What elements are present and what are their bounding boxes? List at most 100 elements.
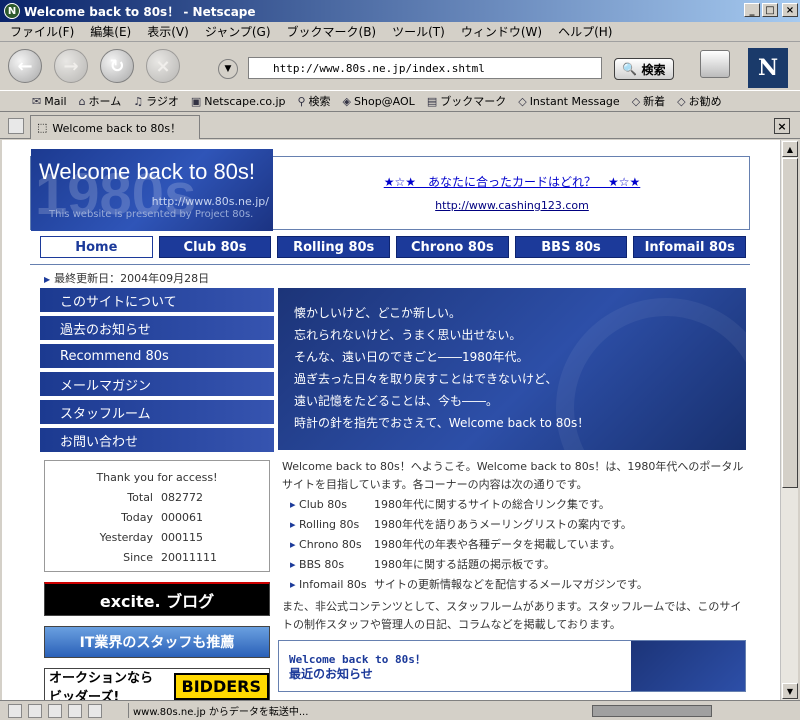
- menu-bookmarks[interactable]: ブックマーク(B): [287, 23, 377, 40]
- search-button-label: 検索: [641, 62, 666, 77]
- banner-ad-link[interactable]: ★☆★ あなたに合ったカードはどれ？ ★☆★: [384, 175, 641, 189]
- nav-bbs-80s[interactable]: BBS 80s: [514, 236, 628, 258]
- maximize-button[interactable]: □: [762, 3, 778, 17]
- counter-thanks: Thank you for access!: [96, 471, 218, 484]
- toolbar-link-home[interactable]: ⌂ ホーム: [79, 93, 122, 109]
- global-nav: Home Club 80s Rolling 80s Chrono 80s BBS…: [40, 236, 747, 260]
- toolbar-link-new[interactable]: ◇ 新着: [632, 93, 665, 109]
- nav-rolling-80s[interactable]: Rolling 80s: [277, 236, 391, 258]
- nav-home[interactable]: Home: [40, 236, 153, 258]
- menu-go[interactable]: ジャンプ(G): [205, 23, 271, 40]
- navigator-icon[interactable]: [8, 703, 22, 718]
- toolbar-link-netscape[interactable]: ▣ Netscape.co.jp: [191, 95, 286, 108]
- personal-toolbar: ✉ Mail ⌂ ホーム ♫ ラジオ ▣ Netscape.co.jp ⚲ 検索 ◈ Sho…: [0, 90, 800, 112]
- side-nav-staff-room[interactable]: スタッフルーム: [40, 400, 274, 424]
- scroll-thumb[interactable]: [782, 158, 798, 488]
- logo-title: Welcome back to 80s!: [39, 159, 256, 184]
- nav-club-80s[interactable]: Club 80s: [158, 236, 272, 258]
- banner-ad: ★☆★ あなたに合ったカードはどれ？ ★☆★: [273, 173, 751, 190]
- list-item: Infomail 80sサイトの更新情報などを配信するメールマガジンです。: [290, 574, 740, 594]
- toolbar-link-mail[interactable]: ✉ Mail: [32, 95, 67, 108]
- shop-icon: ◈: [342, 94, 352, 108]
- menu-edit[interactable]: 編集(E): [90, 23, 131, 40]
- bookmark-icon: ◇: [631, 94, 641, 108]
- menu-file[interactable]: ファイル(F): [10, 23, 74, 40]
- forward-button[interactable]: →: [54, 49, 88, 83]
- url-input[interactable]: http://www.80s.ne.jp/index.shtml: [248, 57, 602, 79]
- tab-bar: ⬚ Welcome back to 80s！ ×: [0, 113, 800, 139]
- minimize-button[interactable]: _: [744, 3, 760, 17]
- radio-icon: ♫: [133, 94, 144, 108]
- mail-icon[interactable]: [28, 703, 42, 718]
- site-logo[interactable]: 1980s Welcome back to 80s! http://www.80…: [31, 149, 273, 231]
- hero-line: そんな、遠い日のできごと――1980年代。: [294, 350, 529, 364]
- reload-button[interactable]: ↻: [100, 49, 134, 83]
- toolbar-link-bookmarks[interactable]: ▤ ブックマーク: [427, 93, 506, 109]
- news-box[interactable]: Welcome back to 80s！ 最近のお知らせ: [278, 640, 746, 692]
- page-icon: ⬚: [37, 121, 48, 134]
- print-icon[interactable]: [700, 50, 730, 78]
- hero-line: 過ぎ去った日々を取り戻すことはできないけど、: [294, 372, 558, 386]
- bookmark-icon: ◇: [518, 94, 527, 108]
- side-nav-contact[interactable]: お問い合わせ: [40, 428, 274, 452]
- back-button[interactable]: ←: [8, 49, 42, 83]
- menu-tools[interactable]: ツール(T): [392, 23, 445, 40]
- my-netscape-icon: ▣: [190, 94, 202, 108]
- toolbar-link-shop[interactable]: ◈ Shop@AOL: [343, 95, 415, 108]
- tab-title: Welcome back to 80s！: [52, 121, 182, 135]
- vertical-scrollbar[interactable]: ▲ ▼: [780, 140, 798, 700]
- forward-arrow-icon: →: [63, 55, 79, 77]
- toolbar-link-radio[interactable]: ♫ ラジオ: [133, 93, 179, 109]
- logo-subtitle: This website is presented by Project 80s…: [49, 209, 254, 220]
- back-arrow-icon: ←: [17, 55, 33, 77]
- hero-banner: 懐かしいけど、どこか新しい。 忘れられないけど、うまく思い出せない。 そんな、遠…: [278, 288, 746, 450]
- excite-blog-banner[interactable]: excite. ブログ: [44, 582, 270, 616]
- folder-icon: ▤: [426, 94, 438, 108]
- status-text: www.80s.ne.jp からデータを転送中...: [128, 703, 588, 718]
- hero-line: 忘れられないけど、うまく思い出せない。: [294, 328, 522, 342]
- close-window-button[interactable]: ×: [782, 3, 798, 17]
- menu-window[interactable]: ウィンドウ(W): [461, 23, 542, 40]
- search-icon: 🔍: [622, 62, 642, 76]
- toolbar-link-instant-message[interactable]: ◇ Instant Message: [518, 95, 619, 108]
- window-title: Welcome back to 80s！ - Netscape: [24, 4, 256, 19]
- banner-url-link[interactable]: http://www.cashing123.com: [435, 199, 589, 212]
- side-nav-mail-magazine[interactable]: メールマガジン: [40, 372, 274, 396]
- tab-welcome[interactable]: ⬚ Welcome back to 80s！: [30, 115, 200, 139]
- side-nav-about[interactable]: このサイトについて: [40, 288, 274, 312]
- nav-chrono-80s[interactable]: Chrono 80s: [396, 236, 509, 258]
- side-nav-past-news[interactable]: 過去のお知らせ: [40, 316, 274, 340]
- news-box-image: [631, 641, 745, 691]
- last-updated: ▶ 最終更新日：2004年09月28日: [44, 272, 210, 285]
- url-history-dropdown[interactable]: ▼: [218, 59, 238, 79]
- component-bar: [0, 703, 128, 718]
- list-item: BBS 80s1980年に関する話題の掲示板です。: [290, 554, 740, 574]
- close-tab-button[interactable]: ×: [774, 118, 790, 134]
- news-box-subtitle: 最近のお知らせ: [289, 667, 373, 681]
- nav-infomail-80s[interactable]: Infomail 80s: [633, 236, 747, 258]
- new-tab-icon[interactable]: [8, 118, 24, 134]
- side-nav-recommend[interactable]: Recommend 80s: [40, 344, 274, 368]
- composer-icon[interactable]: [68, 703, 82, 718]
- it-staff-banner[interactable]: IT業界のスタッフも推薦: [44, 626, 270, 658]
- nav-divider: [30, 264, 750, 265]
- menu-help[interactable]: ヘルプ(H): [558, 23, 612, 40]
- im-icon[interactable]: [48, 703, 62, 718]
- banner-url: http://www.cashing123.com: [273, 199, 751, 212]
- stop-button[interactable]: ×: [146, 49, 180, 83]
- status-bar: www.80s.ne.jp からデータを転送中...: [0, 700, 800, 720]
- toolbar-link-recommend[interactable]: ◇ お勧め: [677, 93, 721, 109]
- netscape-logo-icon[interactable]: N: [748, 48, 788, 88]
- menu-view[interactable]: 表示(V): [147, 23, 189, 40]
- progress-bar: [592, 704, 712, 717]
- intro-text: Welcome back to 80s！へようこそ。Welcome back t…: [282, 460, 744, 491]
- page-header: 1980s Welcome back to 80s! http://www.80…: [30, 149, 751, 231]
- scroll-up-button[interactable]: ▲: [782, 141, 798, 157]
- scroll-down-button[interactable]: ▼: [782, 683, 798, 699]
- title-bar: N Welcome back to 80s！ - Netscape _ □ ×: [0, 0, 800, 22]
- bidders-banner[interactable]: オークションならビッダーズ! BIDDERS: [44, 668, 270, 700]
- address-book-icon[interactable]: [88, 703, 102, 718]
- corner-list: Club 80s1980年代に関するサイトの総合リンク集です。 Rolling …: [290, 494, 740, 594]
- toolbar-link-search[interactable]: ⚲ 検索: [297, 93, 330, 109]
- search-button[interactable]: 🔍 検索: [614, 58, 674, 80]
